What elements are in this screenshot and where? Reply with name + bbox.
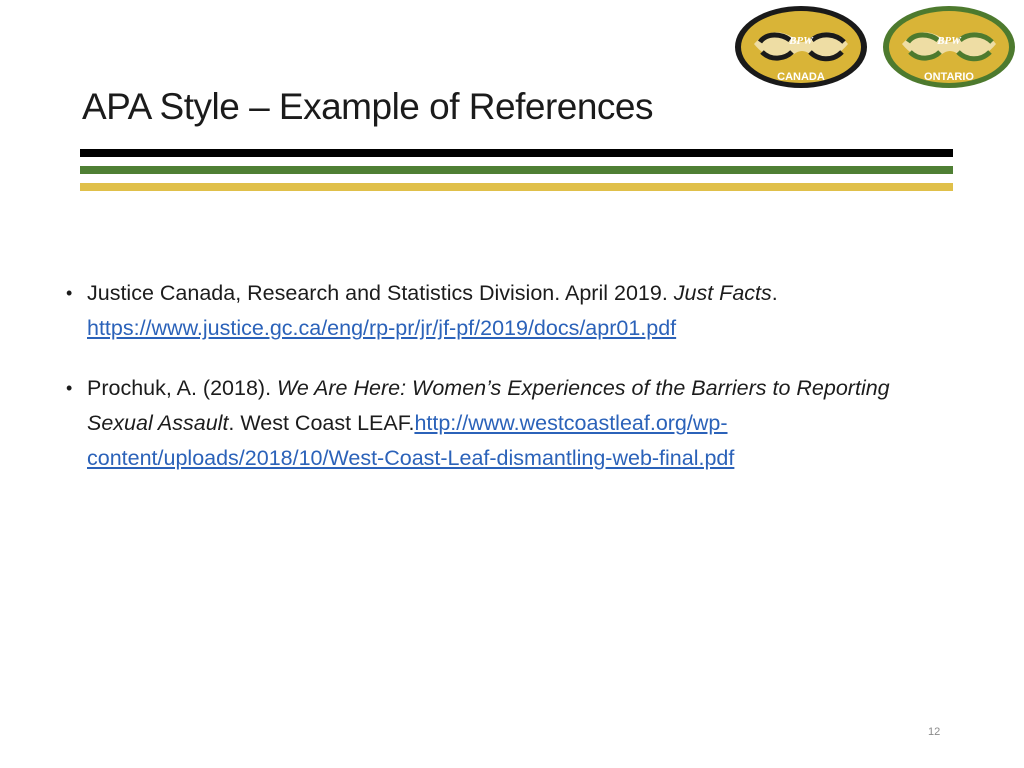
slide: BPW CANADA BPW ONTARIO APA Style – Examp… bbox=[0, 0, 1024, 768]
reference-item: • Justice Canada, Research and Statistic… bbox=[66, 276, 926, 346]
reference-item: • Prochuk, A. (2018). We Are Here: Women… bbox=[66, 371, 926, 476]
svg-text:ONTARIO: ONTARIO bbox=[924, 71, 974, 83]
reference-text: Justice Canada, Research and Statistics … bbox=[87, 281, 674, 305]
bpw-canada-logo: BPW CANADA bbox=[732, 4, 870, 90]
divider-gold bbox=[80, 183, 953, 191]
reference-list: • Justice Canada, Research and Statistic… bbox=[66, 276, 926, 501]
svg-text:CANADA: CANADA bbox=[777, 71, 825, 83]
bullet: • bbox=[66, 378, 73, 398]
divider-green bbox=[80, 166, 953, 174]
reference-title: Just Facts bbox=[673, 281, 772, 305]
page-number: 12 bbox=[928, 726, 941, 738]
reference-text-after: . West Coast LEAF. bbox=[228, 411, 415, 435]
slide-title: APA Style – Example of References bbox=[82, 86, 654, 127]
divider-black bbox=[80, 149, 953, 157]
reference-text-after: . bbox=[771, 281, 778, 305]
bpw-ontario-logo: BPW ONTARIO bbox=[880, 4, 1018, 90]
svg-text:BPW: BPW bbox=[788, 35, 814, 47]
reference-link[interactable]: https://www.justice.gc.ca/eng/rp-pr/jr/j… bbox=[87, 316, 676, 340]
bullet: • bbox=[66, 283, 73, 303]
svg-text:BPW: BPW bbox=[936, 35, 962, 47]
reference-text: Prochuk, A. (2018). bbox=[87, 376, 278, 400]
